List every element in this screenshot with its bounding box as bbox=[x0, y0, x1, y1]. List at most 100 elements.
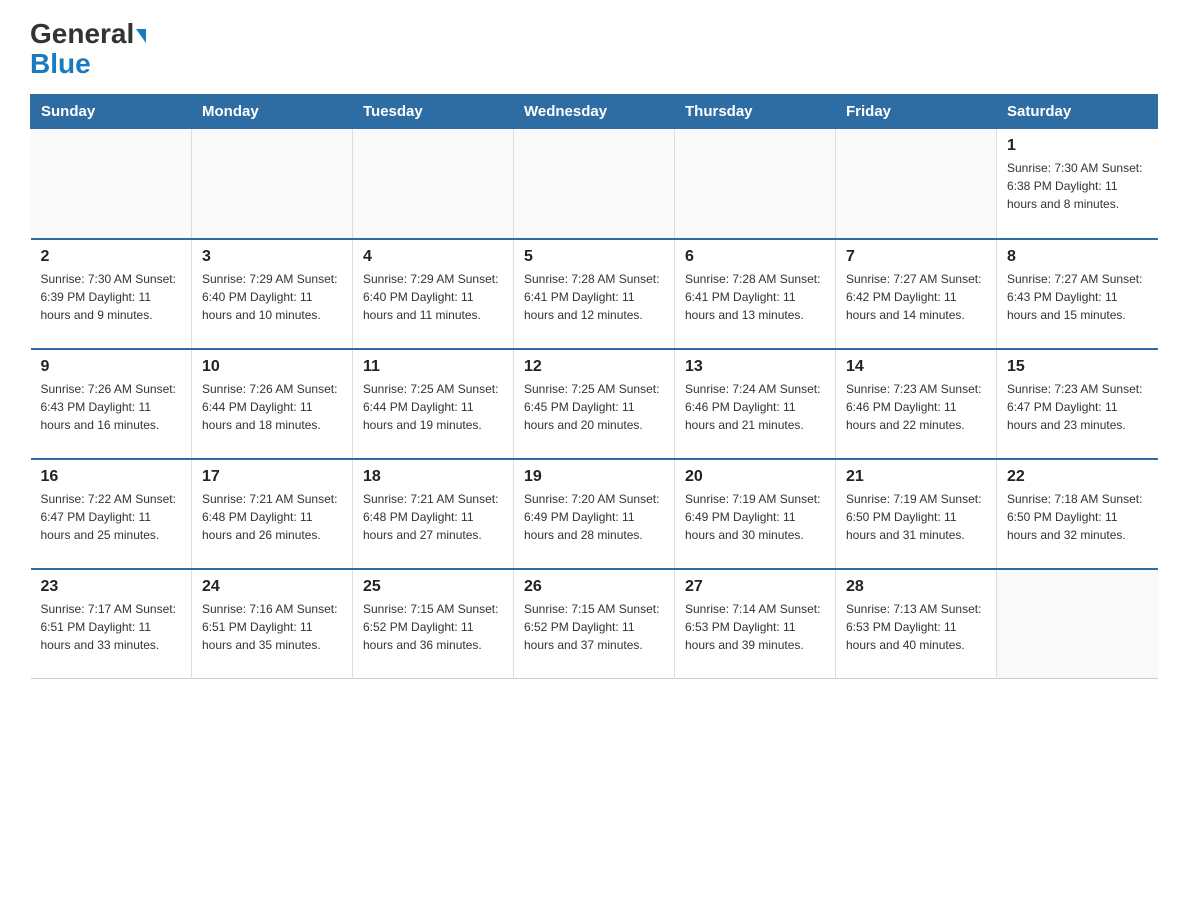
day-info: Sunrise: 7:14 AM Sunset: 6:53 PM Dayligh… bbox=[685, 600, 825, 654]
day-number: 23 bbox=[41, 578, 182, 596]
day-number: 22 bbox=[1007, 468, 1148, 486]
day-info: Sunrise: 7:28 AM Sunset: 6:41 PM Dayligh… bbox=[685, 270, 825, 324]
week-row-1: 1 Sunrise: 7:30 AM Sunset: 6:38 PM Daylig… bbox=[31, 129, 1158, 239]
day-cell: 1 Sunrise: 7:30 AM Sunset: 6:38 PM Daylig… bbox=[997, 129, 1158, 239]
day-number: 11 bbox=[363, 358, 503, 376]
day-cell: 9 Sunrise: 7:26 AM Sunset: 6:43 PM Daylig… bbox=[31, 349, 192, 459]
day-cell bbox=[192, 129, 353, 239]
day-number: 7 bbox=[846, 248, 986, 266]
day-cell: 11Sunrise: 7:25 AM Sunset: 6:44 PM Dayli… bbox=[353, 349, 514, 459]
calendar-header: SundayMondayTuesdayWednesdayThursdayFrid… bbox=[31, 95, 1158, 129]
logo-triangle-icon bbox=[136, 29, 146, 43]
day-cell: 27 Sunrise: 7:14 AM Sunset: 6:53 PM Dayli… bbox=[675, 569, 836, 679]
day-info: Sunrise: 7:16 AM Sunset: 6:51 PM Dayligh… bbox=[202, 600, 342, 654]
day-info: Sunrise: 7:30 AM Sunset: 6:38 PM Dayligh… bbox=[1007, 159, 1148, 213]
day-cell: 16 Sunrise: 7:22 AM Sunset: 6:47 PM Dayli… bbox=[31, 459, 192, 569]
header-cell-thursday: Thursday bbox=[675, 95, 836, 129]
day-number: 12 bbox=[524, 358, 664, 376]
day-number: 10 bbox=[202, 358, 342, 376]
day-info: Sunrise: 7:19 AM Sunset: 6:49 PM Dayligh… bbox=[685, 490, 825, 544]
day-number: 8 bbox=[1007, 248, 1148, 266]
day-cell: 19 Sunrise: 7:20 AM Sunset: 6:49 PM Dayli… bbox=[514, 459, 675, 569]
day-number: 2 bbox=[41, 248, 182, 266]
week-row-3: 9 Sunrise: 7:26 AM Sunset: 6:43 PM Daylig… bbox=[31, 349, 1158, 459]
day-number: 5 bbox=[524, 248, 664, 266]
page-header: General Blue bbox=[30, 20, 1158, 78]
day-cell: 20 Sunrise: 7:19 AM Sunset: 6:49 PM Dayli… bbox=[675, 459, 836, 569]
day-cell: 26Sunrise: 7:15 AM Sunset: 6:52 PM Dayli… bbox=[514, 569, 675, 679]
day-info: Sunrise: 7:29 AM Sunset: 6:40 PM Dayligh… bbox=[202, 270, 342, 324]
logo: General Blue bbox=[30, 20, 146, 78]
day-cell: 17 Sunrise: 7:21 AM Sunset: 6:48 PM Dayli… bbox=[192, 459, 353, 569]
day-cell bbox=[836, 129, 997, 239]
day-number: 27 bbox=[685, 578, 825, 596]
day-cell: 15 Sunrise: 7:23 AM Sunset: 6:47 PM Dayli… bbox=[997, 349, 1158, 459]
day-cell: 5 Sunrise: 7:28 AM Sunset: 6:41 PM Daylig… bbox=[514, 239, 675, 349]
day-cell: 14 Sunrise: 7:23 AM Sunset: 6:46 PM Dayli… bbox=[836, 349, 997, 459]
day-number: 13 bbox=[685, 358, 825, 376]
day-number: 9 bbox=[41, 358, 182, 376]
day-info: Sunrise: 7:27 AM Sunset: 6:42 PM Dayligh… bbox=[846, 270, 986, 324]
day-cell: 7 Sunrise: 7:27 AM Sunset: 6:42 PM Daylig… bbox=[836, 239, 997, 349]
day-info: Sunrise: 7:26 AM Sunset: 6:43 PM Dayligh… bbox=[41, 380, 182, 434]
day-info: Sunrise: 7:24 AM Sunset: 6:46 PM Dayligh… bbox=[685, 380, 825, 434]
day-number: 24 bbox=[202, 578, 342, 596]
day-cell: 22 Sunrise: 7:18 AM Sunset: 6:50 PM Dayli… bbox=[997, 459, 1158, 569]
calendar-table: SundayMondayTuesdayWednesdayThursdayFrid… bbox=[30, 94, 1158, 679]
day-cell: 8 Sunrise: 7:27 AM Sunset: 6:43 PM Daylig… bbox=[997, 239, 1158, 349]
day-info: Sunrise: 7:25 AM Sunset: 6:45 PM Dayligh… bbox=[524, 380, 664, 434]
day-info: Sunrise: 7:21 AM Sunset: 6:48 PM Dayligh… bbox=[202, 490, 342, 544]
day-cell: 10 Sunrise: 7:26 AM Sunset: 6:44 PM Dayli… bbox=[192, 349, 353, 459]
header-row: SundayMondayTuesdayWednesdayThursdayFrid… bbox=[31, 95, 1158, 129]
day-info: Sunrise: 7:29 AM Sunset: 6:40 PM Dayligh… bbox=[363, 270, 503, 324]
day-number: 6 bbox=[685, 248, 825, 266]
day-cell: 4 Sunrise: 7:29 AM Sunset: 6:40 PM Daylig… bbox=[353, 239, 514, 349]
day-number: 16 bbox=[41, 468, 182, 486]
day-info: Sunrise: 7:23 AM Sunset: 6:47 PM Dayligh… bbox=[1007, 380, 1148, 434]
calendar-body: 1 Sunrise: 7:30 AM Sunset: 6:38 PM Daylig… bbox=[31, 129, 1158, 679]
day-cell: 25Sunrise: 7:15 AM Sunset: 6:52 PM Dayli… bbox=[353, 569, 514, 679]
day-info: Sunrise: 7:17 AM Sunset: 6:51 PM Dayligh… bbox=[41, 600, 182, 654]
day-cell bbox=[675, 129, 836, 239]
day-cell bbox=[353, 129, 514, 239]
day-info: Sunrise: 7:23 AM Sunset: 6:46 PM Dayligh… bbox=[846, 380, 986, 434]
day-number: 21 bbox=[846, 468, 986, 486]
day-info: Sunrise: 7:22 AM Sunset: 6:47 PM Dayligh… bbox=[41, 490, 182, 544]
header-cell-tuesday: Tuesday bbox=[353, 95, 514, 129]
day-cell bbox=[514, 129, 675, 239]
day-info: Sunrise: 7:18 AM Sunset: 6:50 PM Dayligh… bbox=[1007, 490, 1148, 544]
day-info: Sunrise: 7:30 AM Sunset: 6:39 PM Dayligh… bbox=[41, 270, 182, 324]
header-cell-sunday: Sunday bbox=[31, 95, 192, 129]
day-number: 25 bbox=[363, 578, 503, 596]
logo-blue: Blue bbox=[30, 50, 91, 78]
day-number: 18 bbox=[363, 468, 503, 486]
week-row-2: 2 Sunrise: 7:30 AM Sunset: 6:39 PM Daylig… bbox=[31, 239, 1158, 349]
week-row-4: 16 Sunrise: 7:22 AM Sunset: 6:47 PM Dayli… bbox=[31, 459, 1158, 569]
day-cell bbox=[997, 569, 1158, 679]
day-number: 28 bbox=[846, 578, 986, 596]
day-cell: 13 Sunrise: 7:24 AM Sunset: 6:46 PM Dayli… bbox=[675, 349, 836, 459]
day-info: Sunrise: 7:28 AM Sunset: 6:41 PM Dayligh… bbox=[524, 270, 664, 324]
day-number: 3 bbox=[202, 248, 342, 266]
week-row-5: 23 Sunrise: 7:17 AM Sunset: 6:51 PM Dayli… bbox=[31, 569, 1158, 679]
day-number: 17 bbox=[202, 468, 342, 486]
day-number: 15 bbox=[1007, 358, 1148, 376]
day-number: 26 bbox=[524, 578, 664, 596]
day-info: Sunrise: 7:27 AM Sunset: 6:43 PM Dayligh… bbox=[1007, 270, 1148, 324]
day-cell: 21Sunrise: 7:19 AM Sunset: 6:50 PM Dayli… bbox=[836, 459, 997, 569]
day-cell: 3 Sunrise: 7:29 AM Sunset: 6:40 PM Daylig… bbox=[192, 239, 353, 349]
day-number: 19 bbox=[524, 468, 664, 486]
day-number: 20 bbox=[685, 468, 825, 486]
day-info: Sunrise: 7:20 AM Sunset: 6:49 PM Dayligh… bbox=[524, 490, 664, 544]
logo-general: General bbox=[30, 20, 146, 48]
day-cell: 6 Sunrise: 7:28 AM Sunset: 6:41 PM Daylig… bbox=[675, 239, 836, 349]
day-info: Sunrise: 7:26 AM Sunset: 6:44 PM Dayligh… bbox=[202, 380, 342, 434]
day-cell: 28 Sunrise: 7:13 AM Sunset: 6:53 PM Dayli… bbox=[836, 569, 997, 679]
day-number: 1 bbox=[1007, 137, 1148, 155]
day-info: Sunrise: 7:21 AM Sunset: 6:48 PM Dayligh… bbox=[363, 490, 503, 544]
day-number: 14 bbox=[846, 358, 986, 376]
day-cell: 2 Sunrise: 7:30 AM Sunset: 6:39 PM Daylig… bbox=[31, 239, 192, 349]
day-number: 4 bbox=[363, 248, 503, 266]
day-info: Sunrise: 7:13 AM Sunset: 6:53 PM Dayligh… bbox=[846, 600, 986, 654]
header-cell-monday: Monday bbox=[192, 95, 353, 129]
